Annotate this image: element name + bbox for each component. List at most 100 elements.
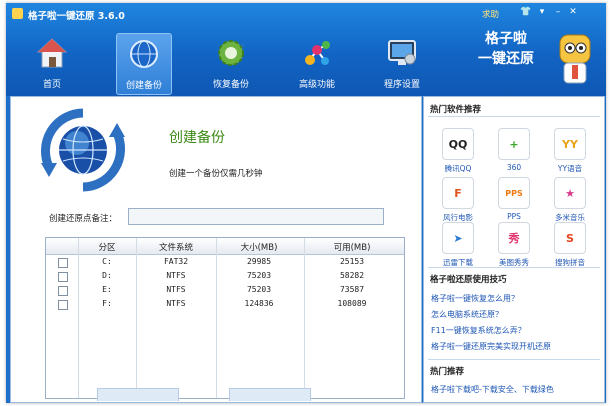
table-row[interactable]: D: NTFS 75203 58282 bbox=[46, 270, 404, 284]
table-row[interactable]: C: FAT32 29985 25153 bbox=[46, 256, 404, 270]
partition-checkbox[interactable] bbox=[58, 300, 68, 310]
cell-drive: F: bbox=[102, 299, 112, 308]
title-bar: 格子啦一键还原 3.6.0 求助 👕 ▾ – ✕ bbox=[6, 3, 606, 23]
column-header-size: 大小(MB) bbox=[240, 243, 278, 253]
partition-checkbox[interactable] bbox=[58, 258, 68, 268]
monitor-settings-icon bbox=[388, 40, 416, 65]
cell-free: 25153 bbox=[339, 257, 365, 266]
cell-size: 75203 bbox=[246, 271, 272, 280]
secondary-button[interactable] bbox=[229, 388, 311, 401]
software-yy[interactable]: YY YY语音 bbox=[548, 128, 592, 176]
cell-drive: C: bbox=[102, 257, 112, 266]
cell-filesystem: NTFS bbox=[166, 299, 186, 308]
software-pps[interactable]: PPS PPS bbox=[492, 177, 536, 225]
backup-globe-icon bbox=[40, 108, 126, 192]
tips-title: 格子啦还原使用技巧 bbox=[430, 275, 507, 285]
tip-link[interactable]: 怎么电脑系统还原？ bbox=[431, 309, 503, 320]
divider bbox=[428, 359, 600, 360]
cell-drive: D: bbox=[102, 271, 112, 280]
page-title: 创建备份 bbox=[169, 130, 225, 146]
sogou-icon: S bbox=[554, 222, 586, 254]
software-xunlei[interactable]: ➤ 迅雷下载 bbox=[436, 222, 480, 270]
cell-drive: E: bbox=[102, 285, 112, 294]
globe-backup-icon bbox=[130, 40, 158, 68]
cell-free: 73587 bbox=[339, 285, 365, 294]
tip-link[interactable]: 格子啦一键还原完美实现开机还原 bbox=[431, 341, 551, 352]
recommend-title: 热门推荐 bbox=[430, 367, 465, 377]
software-duomi[interactable]: ★ 多米音乐 bbox=[548, 177, 592, 225]
toolbar-restore-backup-button[interactable]: 恢复备份 bbox=[203, 33, 259, 95]
gear-refresh-icon bbox=[218, 40, 245, 66]
app-logo-icon bbox=[12, 8, 23, 19]
360-icon: + bbox=[498, 128, 530, 160]
main-panel: 创建备份 创建一个备份仅需几秒钟 创建还原点备注： 分区 文件系统 大小(MB)… bbox=[10, 96, 422, 403]
meitu-icon: 秀 bbox=[498, 222, 530, 254]
home-icon bbox=[36, 38, 68, 68]
software-sogou[interactable]: S 搜狗拼音 bbox=[548, 222, 592, 270]
toolbar-label: 首页 bbox=[42, 80, 61, 90]
window-title: 格子啦一键还原 3.6.0 bbox=[28, 11, 125, 22]
column-header-free: 可用(MB) bbox=[333, 243, 371, 253]
skin-icon[interactable]: 👕 bbox=[520, 7, 532, 18]
toolbar-label: 高级功能 bbox=[298, 80, 335, 90]
brand-line2: 一键还原 bbox=[478, 51, 534, 67]
minimize-icon[interactable]: – bbox=[552, 7, 564, 18]
help-link[interactable]: 求助 bbox=[482, 8, 499, 20]
software-360[interactable]: + 360 bbox=[492, 128, 536, 176]
xunlei-icon: ➤ bbox=[442, 222, 474, 254]
column-header-partition: 分区 bbox=[98, 243, 116, 253]
mascot-icon bbox=[559, 34, 591, 84]
toolbar-settings-button[interactable]: 程序设置 bbox=[374, 33, 430, 95]
software-qq[interactable]: QQ 腾讯QQ bbox=[436, 128, 480, 176]
partition-checkbox[interactable] bbox=[58, 286, 68, 296]
brand-text: 格子啦 一键还原 bbox=[461, 29, 551, 69]
cell-filesystem: NTFS bbox=[166, 271, 186, 280]
cell-filesystem: NTFS bbox=[166, 285, 186, 294]
restore-point-note-input[interactable] bbox=[128, 208, 384, 225]
note-label: 创建还原点备注： bbox=[49, 214, 118, 224]
divider bbox=[428, 267, 600, 268]
table-header: 分区 文件系统 大小(MB) 可用(MB) bbox=[46, 238, 404, 255]
cell-filesystem: FAT32 bbox=[163, 257, 189, 266]
molecule-icon bbox=[305, 41, 330, 65]
duomi-icon: ★ bbox=[554, 177, 586, 209]
software-funshion[interactable]: F 风行电影 bbox=[436, 177, 480, 225]
menu-icon[interactable]: ▾ bbox=[536, 7, 548, 18]
header-area: 格子啦一键还原 3.6.0 求助 👕 ▾ – ✕ 首页 创建备份 恢复备份 高级… bbox=[6, 3, 606, 96]
pps-icon: PPS bbox=[498, 177, 530, 209]
toolbar-label: 创建备份 bbox=[125, 81, 162, 91]
toolbar-label: 程序设置 bbox=[383, 80, 420, 90]
cell-free: 58282 bbox=[339, 271, 365, 280]
brand-line1: 格子啦 bbox=[485, 31, 527, 47]
toolbar-create-backup-button[interactable]: 创建备份 bbox=[116, 33, 172, 95]
toolbar-label: 恢复备份 bbox=[212, 80, 249, 90]
table-row[interactable]: F: NTFS 124836 108089 bbox=[46, 298, 404, 312]
recommend-link[interactable]: 格子啦下载吧-下载安全、下载绿色 bbox=[431, 384, 554, 395]
software-label: 360 bbox=[506, 163, 522, 172]
hot-software-title: 热门软件推荐 bbox=[430, 105, 482, 115]
toolbar-home-button[interactable]: 首页 bbox=[24, 33, 80, 95]
table-row[interactable]: E: NTFS 75203 73587 bbox=[46, 284, 404, 298]
divider bbox=[428, 116, 600, 117]
close-icon[interactable]: ✕ bbox=[567, 7, 579, 18]
software-label: 腾讯QQ bbox=[444, 164, 472, 173]
app-window: 格子啦一键还原 3.6.0 求助 👕 ▾ – ✕ 首页 创建备份 恢复备份 高级… bbox=[6, 3, 606, 403]
cell-size: 75203 bbox=[246, 285, 272, 294]
partition-checkbox[interactable] bbox=[58, 272, 68, 282]
tip-link[interactable]: 格子啦一键恢复怎么用？ bbox=[431, 293, 519, 304]
qq-icon: QQ bbox=[442, 128, 474, 160]
tip-link[interactable]: F11一键恢复系统怎么弄？ bbox=[431, 325, 526, 336]
cell-size: 124836 bbox=[244, 299, 274, 308]
cell-size: 29985 bbox=[246, 257, 272, 266]
software-label: YY语音 bbox=[557, 164, 583, 173]
column-header-filesystem: 文件系统 bbox=[158, 243, 193, 253]
toolbar-advanced-button[interactable]: 高级功能 bbox=[289, 33, 345, 95]
cell-free: 108089 bbox=[337, 299, 367, 308]
software-meitu[interactable]: 秀 美图秀秀 bbox=[492, 222, 536, 270]
partition-table: 分区 文件系统 大小(MB) 可用(MB) C: FAT32 29985 251… bbox=[45, 237, 405, 399]
funshion-icon: F bbox=[442, 177, 474, 209]
software-label: PPS bbox=[507, 212, 521, 221]
page-description: 创建一个备份仅需几秒钟 bbox=[169, 169, 263, 179]
start-backup-button[interactable] bbox=[97, 388, 179, 401]
sidebar: 热门软件推荐 QQ 腾讯QQ + 360 YY YY语音 F 风行电影 PPS … bbox=[423, 96, 605, 403]
